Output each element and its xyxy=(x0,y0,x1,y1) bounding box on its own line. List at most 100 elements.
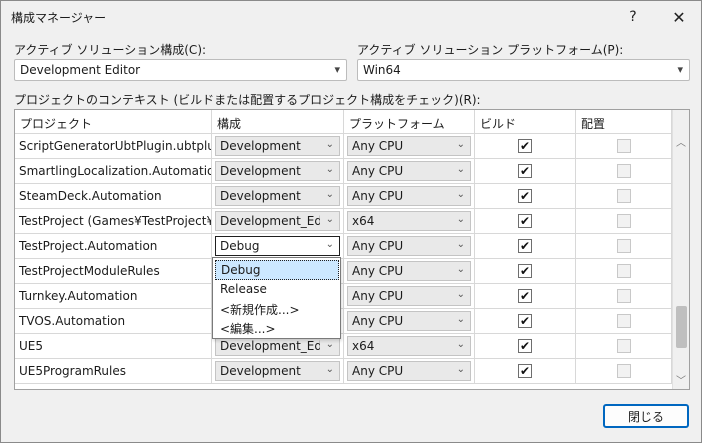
build-checkbox[interactable]: ✔ xyxy=(518,364,532,378)
build-cell: ✔ xyxy=(475,159,576,184)
config-dropdown[interactable]: Development ⌄ xyxy=(215,186,340,206)
platform-cell: Any CPU ⌄ xyxy=(344,359,475,384)
close-window-button[interactable]: ✕ xyxy=(659,4,699,30)
title-bar: 構成マネージャー ? ✕ xyxy=(1,1,701,31)
build-checkbox[interactable]: ✔ xyxy=(518,189,532,203)
help-button[interactable]: ? xyxy=(613,4,653,30)
configuration-manager-dialog: 構成マネージャー ? ✕ アクティブ ソリューション構成(C): Develop… xyxy=(0,0,702,443)
table-row[interactable]: UE5 Development_Editc ⌄ x64 ⌄ ✔ xyxy=(15,334,672,359)
build-checkbox[interactable]: ✔ xyxy=(518,139,532,153)
platform-dropdown[interactable]: x64 ⌄ xyxy=(347,336,471,356)
vertical-scrollbar[interactable]: ︿ ﹀ xyxy=(672,110,689,389)
platform-dropdown[interactable]: Any CPU ⌄ xyxy=(347,186,471,206)
config-cell: Development ⌄ xyxy=(212,359,344,384)
build-checkbox[interactable]: ✔ xyxy=(518,339,532,353)
config-dropdown[interactable]: Development_Editc ⌄ xyxy=(215,211,340,231)
platform-dropdown[interactable]: Any CPU ⌄ xyxy=(347,361,471,381)
table-row[interactable]: TVOS.Automation Any CPU ⌄ ✔ xyxy=(15,309,672,334)
column-header-build[interactable]: ビルド xyxy=(475,110,576,134)
project-context-label: プロジェクトのコンテキスト (ビルドまたは配置するプロジェクト構成をチェック)(… xyxy=(14,93,481,107)
project-cell: ScriptGeneratorUbtPlugin.ubtplugin xyxy=(15,134,212,159)
deploy-checkbox xyxy=(617,314,631,328)
project-name: TestProject.Automation xyxy=(19,239,158,253)
checkmark-icon: ✔ xyxy=(519,239,531,253)
config-dropdown[interactable]: Development_Editc ⌄ xyxy=(215,336,340,356)
project-cell: UE5ProgramRules xyxy=(15,359,212,384)
dropdown-option-new[interactable]: <新規作成...> xyxy=(215,299,339,319)
table-row[interactable]: UE5ProgramRules Development ⌄ Any CPU ⌄ … xyxy=(15,359,672,384)
project-name: SmartlingLocalization.Automation xyxy=(19,164,212,178)
table-row[interactable]: TestProject (Games¥TestProject¥Te… Devel… xyxy=(15,209,672,234)
config-dropdown[interactable]: Development ⌄ xyxy=(215,136,340,156)
platform-dropdown[interactable]: Any CPU ⌄ xyxy=(347,286,471,306)
deploy-checkbox xyxy=(617,164,631,178)
table-row[interactable]: TestProject.Automation Debug ⌄ Any CPU ⌄… xyxy=(15,234,672,259)
build-checkbox[interactable]: ✔ xyxy=(518,264,532,278)
column-header-platform[interactable]: プラットフォーム xyxy=(344,110,475,134)
build-checkbox[interactable]: ✔ xyxy=(518,239,532,253)
chevron-down-icon: ▾ xyxy=(677,63,683,76)
checkmark-icon: ✔ xyxy=(519,139,531,153)
build-checkbox[interactable]: ✔ xyxy=(518,164,532,178)
platform-value: x64 xyxy=(352,339,375,353)
config-dropdown[interactable]: Debug ⌄ xyxy=(215,236,340,256)
dropdown-option-debug[interactable]: Debug xyxy=(215,260,339,280)
table-row[interactable]: ScriptGeneratorUbtPlugin.ubtplugin Devel… xyxy=(15,134,672,159)
platform-dropdown[interactable]: Any CPU ⌄ xyxy=(347,236,471,256)
table-row[interactable]: TestProjectModuleRules Any CPU ⌄ ✔ xyxy=(15,259,672,284)
close-button[interactable]: 閉じる xyxy=(603,404,689,428)
build-checkbox[interactable]: ✔ xyxy=(518,289,532,303)
window-title: 構成マネージャー xyxy=(11,11,107,25)
build-cell: ✔ xyxy=(475,259,576,284)
chevron-down-icon: ⌄ xyxy=(456,214,465,225)
config-value: Development xyxy=(220,164,301,178)
deploy-checkbox xyxy=(617,339,631,353)
deploy-cell xyxy=(576,134,672,159)
platform-value: Any CPU xyxy=(352,289,404,303)
platform-value: x64 xyxy=(352,214,375,228)
column-header-deploy[interactable]: 配置 xyxy=(576,110,672,134)
platform-dropdown[interactable]: Any CPU ⌄ xyxy=(347,311,471,331)
chevron-down-icon: ⌄ xyxy=(325,189,334,200)
checkmark-icon: ✔ xyxy=(519,164,531,178)
config-cell: Debug ⌄ xyxy=(212,234,344,259)
deploy-cell xyxy=(576,159,672,184)
active-config-select[interactable]: Development Editor ▾ xyxy=(14,59,347,81)
scroll-up-icon[interactable]: ︿ xyxy=(676,134,686,149)
config-value: Debug xyxy=(220,239,260,253)
platform-dropdown[interactable]: Any CPU ⌄ xyxy=(347,261,471,281)
checkmark-icon: ✔ xyxy=(519,339,531,353)
config-dropdown[interactable]: Development ⌄ xyxy=(215,161,340,181)
scroll-down-icon[interactable]: ﹀ xyxy=(676,372,686,387)
platform-cell: Any CPU ⌄ xyxy=(344,259,475,284)
platform-value: Any CPU xyxy=(352,314,404,328)
deploy-cell xyxy=(576,259,672,284)
chevron-down-icon: ⌄ xyxy=(456,264,465,275)
active-config-value: Development Editor xyxy=(20,63,141,77)
platform-dropdown[interactable]: x64 ⌄ xyxy=(347,211,471,231)
platform-dropdown[interactable]: Any CPU ⌄ xyxy=(347,136,471,156)
config-dropdown[interactable]: Development ⌄ xyxy=(215,361,340,381)
build-checkbox[interactable]: ✔ xyxy=(518,314,532,328)
platform-dropdown[interactable]: Any CPU ⌄ xyxy=(347,161,471,181)
dropdown-option-release[interactable]: Release xyxy=(215,280,339,300)
checkmark-icon: ✔ xyxy=(519,264,531,278)
active-platform-select[interactable]: Win64 ▾ xyxy=(357,59,690,81)
deploy-checkbox xyxy=(617,214,631,228)
platform-cell: Any CPU ⌄ xyxy=(344,284,475,309)
table-row[interactable]: Turnkey.Automation Any CPU ⌄ ✔ xyxy=(15,284,672,309)
build-checkbox[interactable]: ✔ xyxy=(518,214,532,228)
checkmark-icon: ✔ xyxy=(519,214,531,228)
scrollbar-thumb[interactable] xyxy=(676,306,687,348)
active-config-label: アクティブ ソリューション構成(C): xyxy=(14,43,207,57)
deploy-checkbox xyxy=(617,139,631,153)
table-row[interactable]: SteamDeck.Automation Development ⌄ Any C… xyxy=(15,184,672,209)
dropdown-option-edit[interactable]: <編集...> xyxy=(215,318,339,338)
build-cell: ✔ xyxy=(475,209,576,234)
config-value: Development xyxy=(220,364,301,378)
column-header-config[interactable]: 構成 xyxy=(212,110,344,134)
column-header-project[interactable]: プロジェクト xyxy=(15,110,212,134)
project-name: TVOS.Automation xyxy=(19,314,126,328)
chevron-down-icon: ⌄ xyxy=(325,364,334,375)
table-row[interactable]: SmartlingLocalization.Automation Develop… xyxy=(15,159,672,184)
